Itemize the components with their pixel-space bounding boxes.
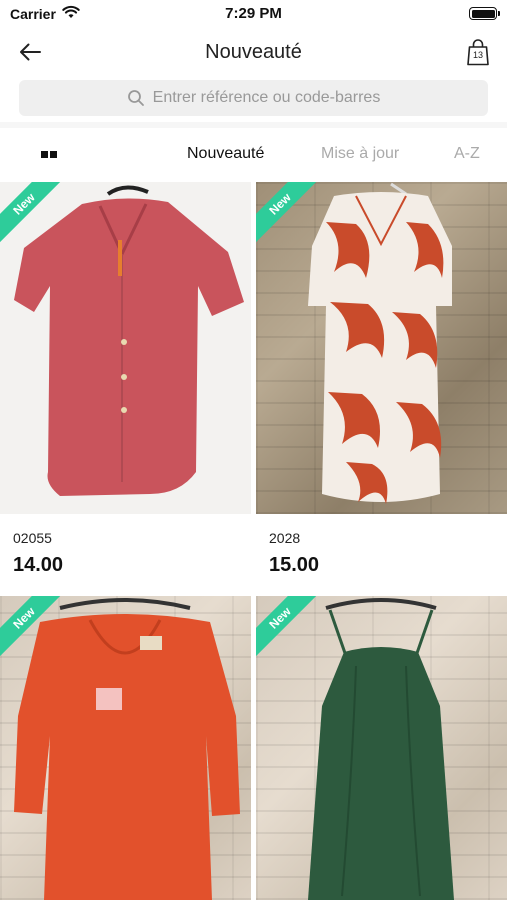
product-card[interactable]: New [0,596,251,900]
status-bar: Carrier 7:29 PM [0,0,507,28]
product-image [256,596,507,900]
product-image [0,182,251,514]
cart-button[interactable]: 13 [465,38,491,68]
product-card[interactable]: New 02055 14.00 [0,182,251,592]
product-image [0,596,251,900]
search-placeholder: Entrer référence ou code-barres [152,89,381,106]
product-reference: 02055 [13,530,52,546]
product-image [256,182,507,514]
tab-nouveaute[interactable]: Nouveauté [187,145,264,163]
product-grid: New 02055 14.00 New 2028 15.00 New New [0,182,507,900]
product-info: 02055 14.00 [0,514,251,592]
search-input[interactable]: Entrer référence ou code-barres [19,80,488,116]
tab-mise-a-jour[interactable]: Mise à jour [321,145,399,163]
search-bar: Entrer référence ou code-barres [0,76,507,126]
product-card[interactable]: New [256,596,507,900]
tab-a-z[interactable]: A-Z [454,145,480,163]
page-title: Nouveauté [205,41,302,63]
product-reference: 2028 [269,530,301,546]
grid-view-icon[interactable] [40,148,60,162]
product-price: 14.00 [13,554,64,576]
product-price: 15.00 [269,554,320,576]
search-icon [127,89,145,107]
battery-icon [469,7,500,20]
product-card[interactable]: New 2028 15.00 [256,182,507,592]
sort-bar: Nouveauté Mise à jour A-Z [0,128,507,182]
nav-bar: Nouveauté 13 [0,28,507,76]
cart-count-badge: 13 [472,50,483,60]
clock: 7:29 PM [225,5,282,22]
product-info: 2028 15.00 [256,514,507,592]
